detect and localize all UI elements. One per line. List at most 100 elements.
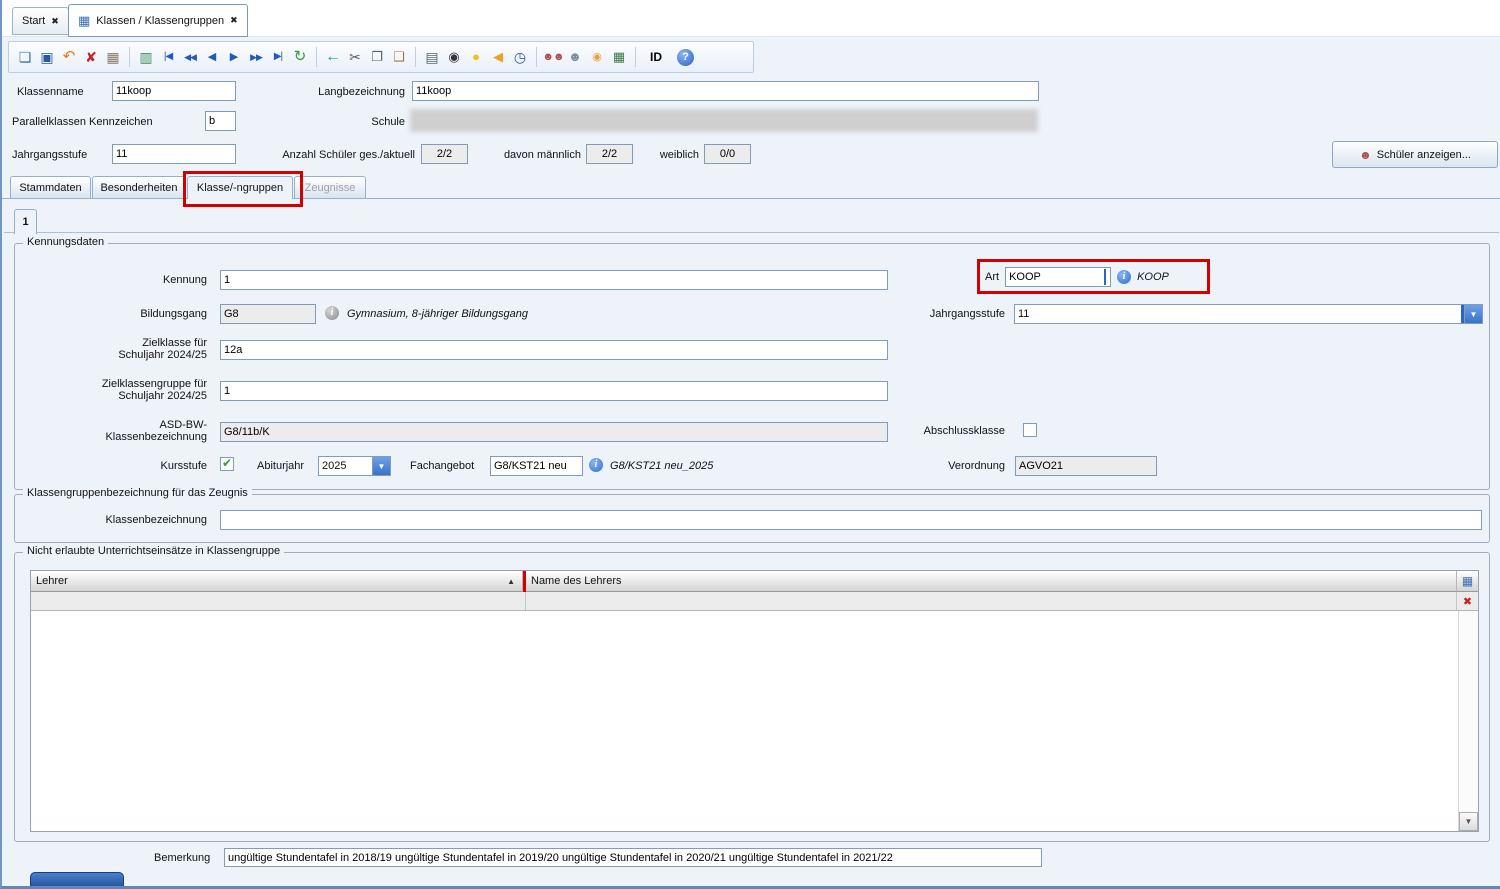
cut-icon[interactable]: ✂: [344, 46, 366, 68]
students-group-icon[interactable]: ☻☻: [542, 46, 564, 68]
column-header-name[interactable]: Name des Lehrers: [526, 571, 1457, 592]
bottom-left-partial-button[interactable]: [30, 872, 124, 889]
nav-prev-icon[interactable]: ◀: [201, 46, 223, 68]
text-caret: [1104, 269, 1106, 285]
klassenbezeichnung-input[interactable]: [220, 510, 1482, 530]
weiblich-input: [704, 144, 751, 164]
verordnung-label: Verordnung: [817, 460, 1005, 472]
toolbar: ❏▣↶✘▦▥|◀◀◀◀▶▶▶▶|↻←✂❐❑▤◉●◀◷☻☻☻◉▦ ID ?: [8, 41, 754, 73]
window-tab-start-label: Start: [22, 15, 45, 27]
bildungsgang-info-icon[interactable]: i: [325, 306, 339, 320]
kursstufe-label: Kursstufe: [15, 460, 207, 472]
announce-horn-icon[interactable]: ◀: [487, 46, 509, 68]
person-info-icon[interactable]: ◉: [586, 46, 608, 68]
filter-cell-name[interactable]: [526, 592, 1457, 610]
tab-klasse-ngruppen-label: Klasse/-ngruppen: [197, 182, 283, 194]
langbezeichnung-input[interactable]: [412, 81, 1039, 101]
klassenname-label: Klassenname: [17, 86, 84, 98]
undo-icon[interactable]: ↶: [58, 46, 80, 68]
group-subtab-1[interactable]: 1: [14, 209, 37, 234]
chevron-down-icon[interactable]: ▼: [1464, 305, 1482, 323]
preview-eye-icon[interactable]: ◉: [443, 46, 465, 68]
close-icon[interactable]: ✖: [51, 16, 59, 27]
art-input[interactable]: [1005, 267, 1111, 287]
weiblich-label: weiblich: [642, 149, 699, 161]
klassenbezeichnung-label: Klassenbezeichnung: [15, 514, 207, 526]
anzahl-schueler-label: Anzahl Schüler ges./aktuell: [252, 149, 415, 161]
art-label: Art: [985, 271, 999, 283]
schule-label: Schule: [272, 116, 405, 128]
vertical-scrollbar[interactable]: ▼: [1458, 611, 1478, 831]
zielklasse-input[interactable]: [220, 340, 888, 360]
help-icon[interactable]: ?: [677, 49, 694, 66]
delete-record-icon[interactable]: ▦: [102, 46, 124, 68]
jahrgangsstufe-header-label: Jahrgangsstufe: [12, 149, 87, 161]
nav-last-icon[interactable]: ▶|: [267, 46, 289, 68]
schueler-anzeigen-button[interactable]: ☻ Schüler anzeigen...: [1332, 141, 1498, 168]
new-record-icon[interactable]: ❏: [14, 46, 36, 68]
check-icon: ✔: [222, 456, 232, 470]
jahrgangsstufe-value: 11: [1015, 305, 1461, 323]
fachangebot-info-icon[interactable]: i: [589, 458, 603, 472]
maennlich-label: davon männlich: [484, 149, 581, 161]
tab-zeugnisse-label: Zeugnisse: [305, 182, 356, 194]
kursstufe-checkbox[interactable]: ✔: [220, 457, 234, 471]
zielklasse-label-line2: Schuljahr 2024/25: [15, 349, 207, 361]
toolbar-separator: [536, 47, 537, 67]
column-options-button[interactable]: ▦: [1457, 571, 1478, 592]
print-icon[interactable]: ▤: [421, 46, 443, 68]
chevron-down-icon[interactable]: ▼: [372, 457, 390, 475]
refresh-icon[interactable]: ↻: [289, 46, 311, 68]
parallelklassen-input[interactable]: [205, 111, 236, 131]
zielklassengruppe-label-line1: Zielklassengruppe für: [15, 378, 207, 390]
window-tab-start[interactable]: Start ✖: [12, 7, 69, 35]
close-icon[interactable]: ✖: [230, 15, 238, 26]
window-tabstrip: Start ✖ ▦ Klassen / Klassengruppen ✖: [2, 0, 1500, 37]
clear-filter-button[interactable]: ✖: [1457, 592, 1478, 610]
nav-next-icon[interactable]: ▶: [223, 46, 245, 68]
window-tab-klassen[interactable]: ▦ Klassen / Klassengruppen ✖: [68, 4, 248, 37]
zielklassengruppe-label-line2: Schuljahr 2024/25: [15, 390, 207, 402]
klassenname-input[interactable]: [112, 81, 236, 101]
toolbar-separator: [415, 47, 416, 67]
klassen-tab-icon: ▦: [78, 13, 90, 29]
reminder-clock-icon[interactable]: ◷: [509, 46, 531, 68]
record-list-icon[interactable]: ▥: [135, 46, 157, 68]
column-options-icon: ▦: [1462, 574, 1473, 588]
copy-icon[interactable]: ❐: [366, 46, 388, 68]
tab-besonderheiten[interactable]: Besonderheiten: [92, 176, 186, 199]
nav-next-page-icon[interactable]: ▶▶: [245, 46, 267, 68]
kennungsdaten-legend: Kennungsdaten: [23, 236, 108, 248]
kennung-input[interactable]: [220, 270, 888, 290]
art-info-icon[interactable]: i: [1117, 270, 1131, 284]
abschlussklasse-checkbox[interactable]: [1023, 423, 1037, 437]
filter-row: ✖: [31, 592, 1478, 611]
delete-icon[interactable]: ✘: [80, 46, 102, 68]
zeugnis-group: Klassengruppenbezeichnung für das Zeugni…: [14, 494, 1490, 543]
einsaetze-group: Nicht erlaubte Unterrichtseinsätze in Kl…: [14, 552, 1490, 842]
parallelklassen-label: Parallelklassen Kennzeichen: [12, 116, 153, 128]
id-button[interactable]: ID: [641, 46, 671, 68]
jahrgangsstufe-header-input[interactable]: [112, 144, 236, 164]
hint-bulb-icon[interactable]: ●: [465, 46, 487, 68]
column-lehrer-label: Lehrer: [36, 575, 68, 587]
filter-cell-lehrer[interactable]: [31, 592, 526, 610]
students-icon: ☻: [1359, 148, 1372, 162]
scroll-down-button[interactable]: ▼: [1459, 812, 1478, 831]
table-body[interactable]: ▼: [31, 611, 1478, 831]
save-icon[interactable]: ▣: [36, 46, 58, 68]
zielklassengruppe-input[interactable]: [220, 381, 888, 401]
toolbar-icons: ❏▣↶✘▦▥|◀◀◀◀▶▶▶▶|↻←✂❐❑▤◉●◀◷☻☻☻◉▦: [14, 46, 630, 68]
column-header-lehrer[interactable]: Lehrer ▲: [31, 571, 523, 592]
student-icon[interactable]: ☻: [564, 46, 586, 68]
tab-stammdaten[interactable]: Stammdaten: [10, 176, 91, 199]
paste-icon[interactable]: ❑: [388, 46, 410, 68]
assignment-icon[interactable]: ▦: [608, 46, 630, 68]
fachangebot-input[interactable]: [490, 456, 583, 476]
nav-prev-page-icon[interactable]: ◀◀: [179, 46, 201, 68]
abiturjahr-select[interactable]: 2025 ▼: [318, 456, 391, 476]
jahrgangsstufe-select[interactable]: 11 ▼: [1014, 304, 1483, 324]
back-arrow-icon[interactable]: ←: [322, 46, 344, 68]
nav-first-icon[interactable]: |◀: [157, 46, 179, 68]
tab-klasse-ngruppen[interactable]: Klasse/-ngruppen: [187, 176, 293, 199]
